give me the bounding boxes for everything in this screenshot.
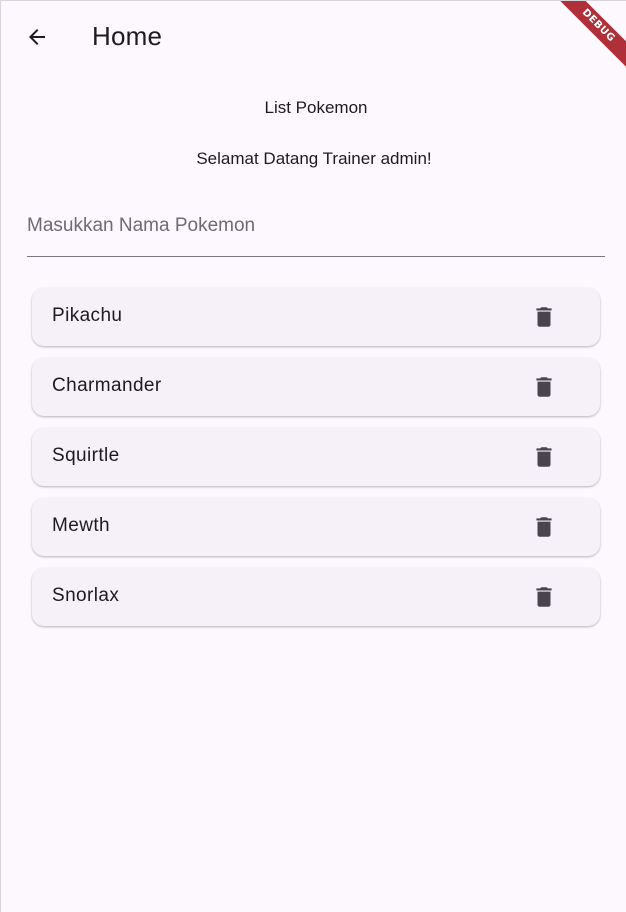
list-item[interactable]: Mewth [32,498,600,556]
debug-banner-label: DEBUG [549,1,626,75]
delete-button[interactable] [524,437,564,477]
welcome-text: Selamat Datang Trainer admin! [196,149,432,168]
pokemon-name: Mewth [52,515,110,536]
debug-banner: DEBUG [536,1,626,91]
pokemon-name-field [27,205,605,257]
trash-icon [536,447,552,467]
arrow-back-icon [29,29,45,45]
list-item[interactable]: Pikachu [32,288,600,346]
pokemon-name: Snorlax [52,585,120,606]
pokemon-name: Squirtle [52,445,120,466]
page-title: Home [92,21,163,51]
app-bar: Home [1,1,626,73]
list-item[interactable]: Squirtle [32,428,600,486]
delete-button[interactable] [524,367,564,407]
delete-button[interactable] [524,577,564,617]
list-item[interactable]: Charmander [32,358,600,416]
delete-button[interactable] [524,297,564,337]
app-screen: Home DEBUG List Pokemon Selamat Datang T… [0,0,626,912]
pokemon-name: Charmander [52,375,162,396]
trash-icon [536,307,552,327]
list-heading: List Pokemon [264,98,368,117]
pokemon-name: Pikachu [52,305,123,326]
trash-icon [536,587,552,607]
list-item[interactable]: Snorlax [32,568,600,626]
back-button[interactable] [17,17,57,57]
pokemon-name-input[interactable] [27,205,605,247]
delete-button[interactable] [524,507,564,547]
trash-icon [536,517,552,537]
trash-icon [536,377,552,397]
pokemon-list: Pikachu Charmander Squirtle Mewth Snorla… [32,288,600,638]
